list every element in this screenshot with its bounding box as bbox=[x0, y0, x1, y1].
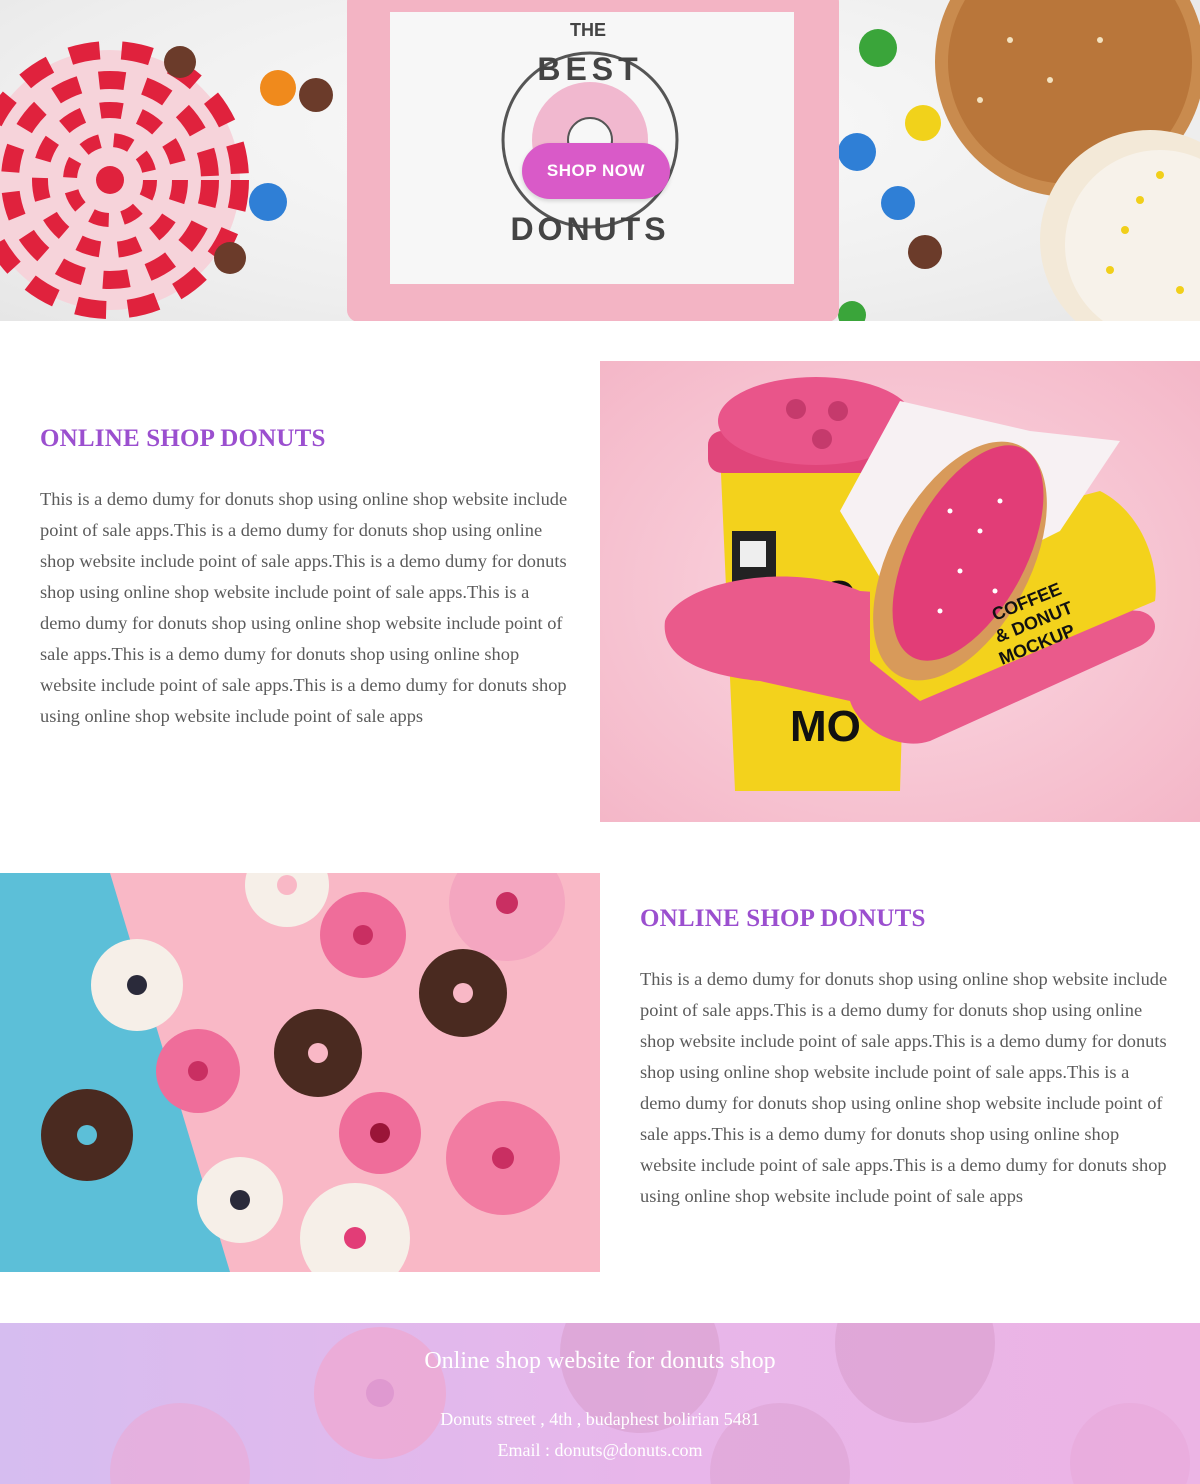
section-2-body: This is a demo dumy for donuts shop usin… bbox=[640, 969, 1168, 1206]
about-section-1: ONLINE SHOP DONUTS This is a demo dumy f… bbox=[0, 321, 1200, 873]
cup-text-bottom: MO bbox=[790, 702, 861, 751]
coffee-donut-mockup-image: CO MO COFFEE & DONUT MOCKUP bbox=[600, 361, 1200, 822]
hero-banner: THE BEST DONUTS SHOP NOW bbox=[0, 0, 1200, 321]
section-1-body: This is a demo dumy for donuts shop usin… bbox=[40, 489, 568, 726]
site-footer: Online shop website for donuts shop Donu… bbox=[0, 1323, 1200, 1484]
sign-donuts-text: DONUTS bbox=[510, 211, 669, 247]
section-1-heading: ONLINE SHOP DONUTS bbox=[40, 425, 326, 452]
shop-now-button[interactable]: SHOP NOW bbox=[522, 143, 670, 199]
footer-email: Email : donuts@donuts.com bbox=[497, 1440, 703, 1460]
sign-best-text: BEST bbox=[537, 51, 642, 87]
sign-top-text: THE bbox=[570, 20, 606, 40]
footer-title: Online shop website for donuts shop bbox=[424, 1348, 776, 1374]
donuts-image bbox=[935, 0, 1200, 321]
section-2-heading: ONLINE SHOP DONUTS bbox=[640, 905, 926, 932]
donuts-flatlay-image bbox=[0, 873, 600, 1272]
about-section-2: ONLINE SHOP DONUTS This is a demo dumy f… bbox=[0, 873, 1200, 1323]
lollipop-image bbox=[0, 41, 249, 319]
footer-address: Donuts street , 4th , budaphest bolirian… bbox=[440, 1409, 760, 1429]
